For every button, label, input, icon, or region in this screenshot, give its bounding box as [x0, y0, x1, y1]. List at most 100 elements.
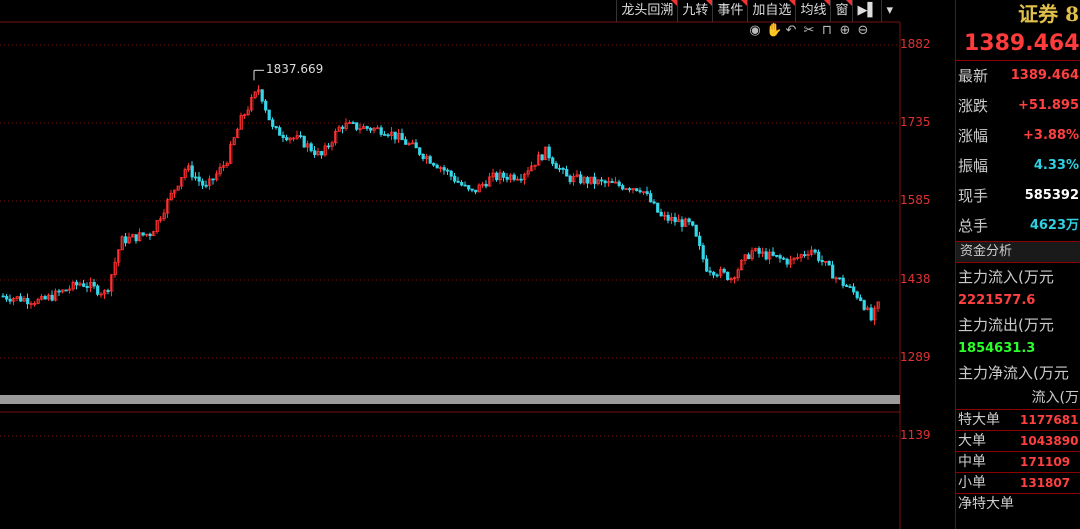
- candle-body: [96, 285, 100, 295]
- candle-body: [673, 217, 677, 223]
- candle-body: [628, 188, 632, 191]
- order-size-value: 1177681: [1020, 413, 1079, 427]
- outflow-value: 1854631.3: [958, 341, 1036, 356]
- quote-row: 现手 585392: [956, 181, 1080, 211]
- y-tick-label: 1289: [900, 350, 931, 364]
- candle-body: [50, 294, 54, 301]
- candle-body: [701, 245, 705, 260]
- candle-body: [558, 167, 562, 170]
- candle-body: [327, 145, 331, 148]
- candle-body: [610, 181, 614, 183]
- candle-body: [645, 191, 649, 194]
- candle-body: [859, 297, 863, 301]
- candle-body: [64, 289, 68, 292]
- candle-body: [449, 170, 453, 177]
- candle-body: [75, 281, 79, 286]
- panel-divider: [0, 395, 900, 404]
- candle-body: [785, 258, 789, 265]
- hand-icon[interactable]: ✋: [766, 24, 782, 38]
- candle-body: [820, 260, 824, 263]
- order-size-label: 特大单: [958, 412, 1000, 428]
- candle-body: [302, 135, 306, 148]
- candle-body: [778, 255, 782, 259]
- dropdown-icon[interactable]: ▾: [881, 0, 897, 22]
- toolbar-button-2[interactable]: 事件: [712, 0, 748, 22]
- kline-chart[interactable]: [0, 0, 955, 529]
- candle-body: [694, 224, 698, 237]
- toolbar-button-5[interactable]: 窗: [830, 0, 853, 22]
- toolbar-button-0[interactable]: 龙头回溯: [616, 0, 678, 22]
- fund-analysis-tab[interactable]: 资金分析: [956, 241, 1080, 263]
- y-tick-label: 1139: [900, 428, 931, 442]
- candle-body: [474, 189, 478, 193]
- undo-icon[interactable]: ↶: [784, 24, 798, 38]
- candle-body: [1, 295, 5, 298]
- candle-body: [554, 163, 558, 169]
- candle-body: [803, 254, 807, 257]
- candle-body: [687, 218, 691, 223]
- play-icon[interactable]: ▶▌: [852, 0, 881, 22]
- candle-body: [278, 127, 282, 136]
- candle-body: [712, 271, 716, 276]
- table-row: 小单 131807: [956, 472, 1080, 493]
- order-size-table: 特大单 1177681 大单 1043890 中单 171109 小单 131807: [956, 409, 1080, 493]
- candle-body: [855, 291, 859, 299]
- quote-value: +51.895: [1017, 98, 1079, 113]
- order-size-label: 小单: [958, 475, 986, 491]
- toolbar-button-4[interactable]: 均线: [795, 0, 831, 22]
- candle-body: [386, 134, 390, 137]
- zoom-in-icon[interactable]: ⊕: [838, 24, 852, 38]
- candle-body: [351, 122, 355, 124]
- candle-body: [547, 146, 551, 159]
- candle-body: [463, 184, 467, 187]
- kline-chart-area[interactable]: 龙头回溯 九转 事件 加自选 均线窗 ▶▌ ▾ ◉ ✋ ↶ ✂ ⊓ ⊕ ⊖ 1882 1735…: [0, 0, 955, 529]
- candle-body: [638, 190, 642, 193]
- toolbar-button-1[interactable]: 九转: [677, 0, 713, 22]
- quote-row: 最新 1389.464: [956, 61, 1080, 91]
- order-size-label: 大单: [958, 433, 986, 449]
- candle-body: [355, 122, 359, 130]
- candle-body: [26, 298, 30, 305]
- candle-body: [141, 232, 145, 236]
- candle-body: [369, 127, 373, 131]
- candle-body: [365, 126, 369, 129]
- candle-body: [124, 236, 128, 244]
- candle-body: [309, 143, 313, 152]
- candle-body: [715, 274, 719, 277]
- quote-value: 4623万: [1029, 218, 1079, 233]
- candle-body: [379, 127, 383, 135]
- candle-body: [383, 134, 387, 136]
- y-tick-label: 1882: [900, 37, 931, 51]
- outflow-label: 主力流出(万元: [958, 316, 1054, 334]
- candle-body: [680, 219, 684, 227]
- table-row: 特大单 1177681: [956, 409, 1080, 430]
- candle-body: [635, 188, 639, 192]
- candle-body: [848, 286, 852, 288]
- candle-body: [467, 185, 471, 190]
- candle-body: [432, 162, 436, 166]
- candle-body: [428, 156, 432, 164]
- candle-body: [341, 126, 345, 129]
- footer-label: 净特大单: [958, 496, 1014, 512]
- chart-toolbar: 龙头回溯 九转 事件 加自选 均线窗 ▶▌ ▾: [616, 0, 897, 22]
- candle-body: [453, 175, 457, 182]
- candle-body: [845, 285, 849, 287]
- candle-body: [817, 251, 821, 261]
- candle-body: [260, 89, 264, 102]
- lock-icon[interactable]: ⊓: [820, 24, 834, 38]
- zoom-out-icon[interactable]: ⊖: [856, 24, 870, 38]
- candle-body: [57, 290, 61, 293]
- candle-body: [82, 283, 86, 287]
- candle-body: [470, 188, 474, 191]
- quote-row: 总手 4623万: [956, 211, 1080, 241]
- drawing-tools: ◉ ✋ ↶ ✂ ⊓ ⊕ ⊖: [748, 24, 870, 38]
- table-header: 流入(万: [1031, 390, 1079, 406]
- toolbar-button-3[interactable]: 加自选: [747, 0, 796, 22]
- candle-body: [456, 180, 460, 183]
- candle-body: [813, 249, 817, 253]
- candle-body: [106, 290, 110, 292]
- candle-body: [708, 270, 712, 273]
- scissors-icon[interactable]: ✂: [802, 24, 816, 38]
- quote-list: 最新 1389.464 涨跌 +51.895 涨幅 +3.88% 振幅 4.33% 现手 5853…: [956, 61, 1080, 241]
- eye-icon[interactable]: ◉: [748, 24, 762, 38]
